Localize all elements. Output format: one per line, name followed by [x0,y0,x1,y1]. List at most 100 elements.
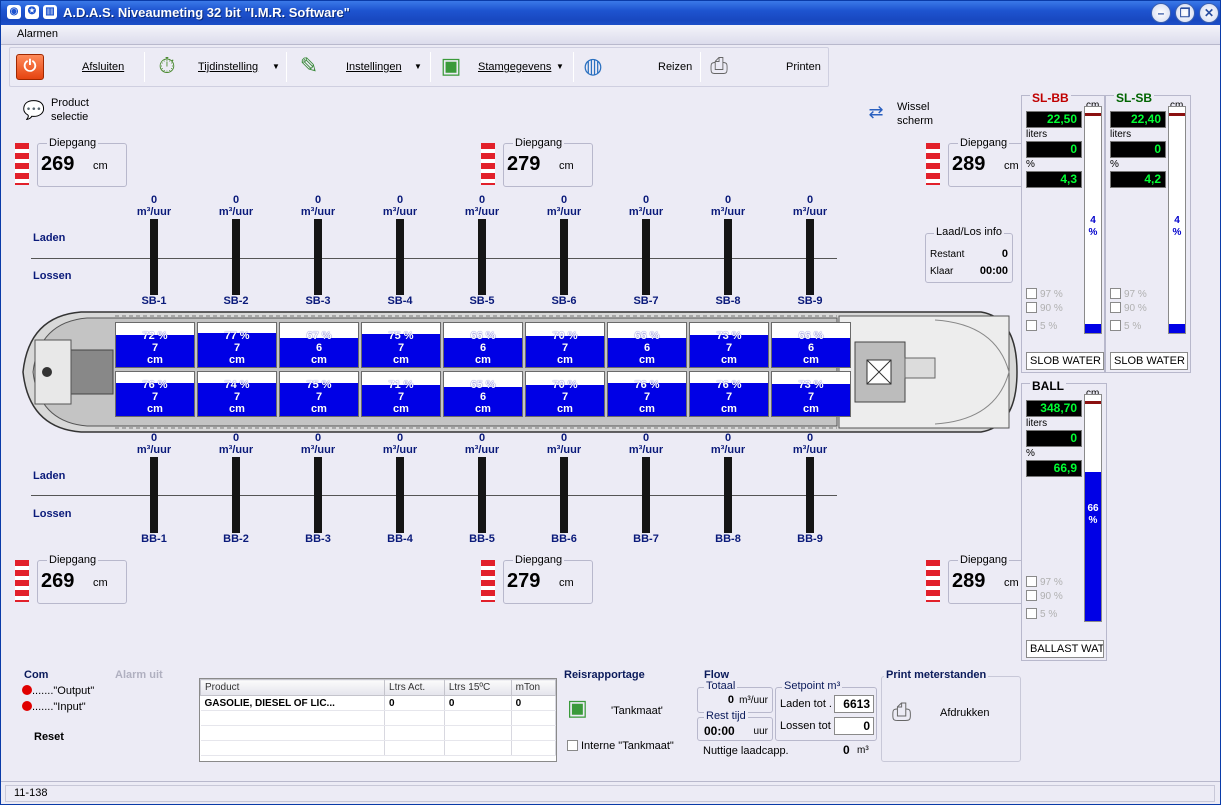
meter-name: BB-9 [797,533,823,545]
ball-cm-value: 348,70 [1026,400,1082,417]
sb-tank-9[interactable]: 66 % 6 cm [771,322,851,368]
slbb-97-check[interactable]: 97 % [1026,288,1063,300]
bb-tank-8[interactable]: 76 % 7 cm [689,371,769,417]
table-row[interactable] [200,740,557,756]
product-selectie-button[interactable]: 💬 Product selectie [21,97,101,127]
table-row[interactable]: GASOLIE, DIESEL OF LIC... 0 0 0 [200,695,557,711]
slsb-90-check[interactable]: 90 % [1110,302,1147,314]
diepgang-caption: Diepgang [513,554,565,566]
flow-bar [724,219,732,295]
sb-tank-3[interactable]: 67 % 6 cm [279,322,359,368]
sb-tank-8[interactable]: 73 % 7 cm [689,322,769,368]
bb-tank-5[interactable]: 65 % 6 cm [443,371,523,417]
table-row[interactable] [200,710,557,726]
slbb-90-check[interactable]: 90 % [1026,302,1063,314]
meter-name: BB-1 [141,533,167,545]
lossen-tot-input[interactable]: 0 [834,717,874,735]
flow-unit: m³/uur [628,444,664,456]
printen-button[interactable]: ⎙ Printen [704,48,824,86]
diepgang-caption: Diepgang [513,137,565,149]
bb-tank-2[interactable]: 74 % 7 cm [197,371,277,417]
bb-tank-6[interactable]: 70 % 7 cm [525,371,605,417]
bb-tank-7[interactable]: 76 % 7 cm [607,371,687,417]
title-bar[interactable]: ◉ ✪ ▥ A.D.A.S. Niveaumeting 32 bit "I.M.… [1,1,1220,25]
slsb-product-field[interactable]: SLOB WATER [1110,352,1188,370]
flow-value: 0 [642,432,650,444]
slsb-97-check[interactable]: 97 % [1110,288,1147,300]
flow-bar [642,457,650,533]
tank-cm: 7 [315,391,323,403]
ball-liters-value: 0 [1026,430,1082,447]
tank-pct: 67 [306,330,319,342]
sb-tank-7[interactable]: 66 % 6 cm [607,322,687,368]
wissel-scherm-button[interactable]: ⇄ Wissel scherm [863,99,943,129]
reset-button[interactable]: Reset [34,731,64,743]
flow-value: 0 [642,194,650,206]
lossen-tot-label: Lossen tot [780,720,831,732]
ball-97-check[interactable]: 97 % [1026,576,1063,588]
tank-cm-unit: cm [393,403,409,415]
slbb-product-field[interactable]: SLOB WATER [1026,352,1104,370]
restore-button[interactable]: ❐ [1175,3,1195,23]
stamgegevens-button[interactable]: ▣ Stamgegevens ▼ [436,48,576,86]
tijdinstelling-button[interactable]: ⏱ Tijdinstelling ▼ [150,48,290,86]
ball-product-field[interactable]: BALLAST WATER [1026,640,1104,658]
ball-5-check[interactable]: 5 % [1026,608,1057,620]
afsluiten-label: Afsluiten [82,61,125,73]
wissel-line2: scherm [897,115,934,127]
table-cell [511,710,557,726]
bb-tank-9[interactable]: 73 % 7 cm [771,371,851,417]
flow-bar [806,457,814,533]
sb-tank-5[interactable]: 66 % 6 cm [443,322,523,368]
column-header[interactable]: Ltrs 15ºC [443,679,512,696]
product-icon: 💬 [22,100,46,120]
minimize-button[interactable]: – [1151,3,1171,23]
diepgang-caption: Diepgang [47,137,99,149]
slbb-5-check[interactable]: 5 % [1026,320,1057,332]
slbb-liters-label: liters [1026,129,1048,140]
table-row[interactable] [200,725,557,741]
slsb-5-check[interactable]: 5 % [1110,320,1141,332]
sb-tank-1[interactable]: 72 % 7 cm [115,322,195,368]
toolbar: ⏻ Afsluiten ⏱ Tijdinstelling ▼ ✎ Instell… [9,47,829,87]
close-button[interactable]: ✕ [1199,3,1219,23]
sb-tank-4[interactable]: 75 % 7 cm [361,322,441,368]
tank-cm-unit: cm [803,354,819,366]
pin-icon[interactable]: ✪ [25,5,39,19]
alarm-uit-label[interactable]: Alarm uit [115,669,163,681]
sb-tank-6[interactable]: 70 % 7 cm [525,322,605,368]
menu-alarmen[interactable]: Alarmen [17,28,58,40]
reizen-button[interactable]: ◍ Reizen [578,48,698,86]
afdrukken-button[interactable]: ⎙ Afdrukken [892,699,1012,733]
tankmaat-button[interactable]: ▣ 'Tankmaat' [567,695,687,729]
bb-tank-1[interactable]: 76 % 7 cm [115,371,195,417]
clock-icon: ⏱ [158,53,176,78]
bb-tank-4[interactable]: 71 % 7 cm [361,371,441,417]
afsluiten-button[interactable]: ⏻ Afsluiten [10,48,140,86]
tank-pct: 77 [224,330,237,342]
bb-tank-3[interactable]: 75 % 7 cm [279,371,359,417]
column-header[interactable]: Ltrs Act. [384,679,445,696]
ball-90-check[interactable]: 90 % [1026,590,1063,602]
app-icon[interactable]: ◉ [7,5,21,19]
flow-value: 0 [396,432,404,444]
laden-tot-input[interactable]: 6613 [834,695,874,713]
column-header[interactable]: Product [199,679,386,696]
slsb-liters-value: 0 [1110,141,1166,158]
flow-unit: m³/uur [382,444,418,456]
bb-meter-7: 0 m³/uur BB-7 [611,432,681,547]
sb-tank-2[interactable]: 77 % 7 cm [197,322,277,368]
flow-unit: m³/uur [792,206,828,218]
interne-tankmaat-checkbox[interactable]: Interne "Tankmaat" [567,740,674,752]
printer-icon: ⎙ [710,53,728,78]
slsb-pct-value: 4,2 [1110,171,1166,188]
meter-name: SB-1 [141,295,167,307]
dropdown-caret-icon: ▼ [556,62,564,71]
slsb-cm-value: 22,40 [1110,111,1166,128]
slsb-title: SL-SB [1114,91,1154,105]
meter-name: SB-3 [305,295,331,307]
column-header[interactable]: mTon [510,679,557,696]
flow-unit: m³/uur [300,206,336,218]
dropdown-caret-icon: ▼ [272,62,280,71]
instellingen-button[interactable]: ✎ Instellingen ▼ [292,48,432,86]
